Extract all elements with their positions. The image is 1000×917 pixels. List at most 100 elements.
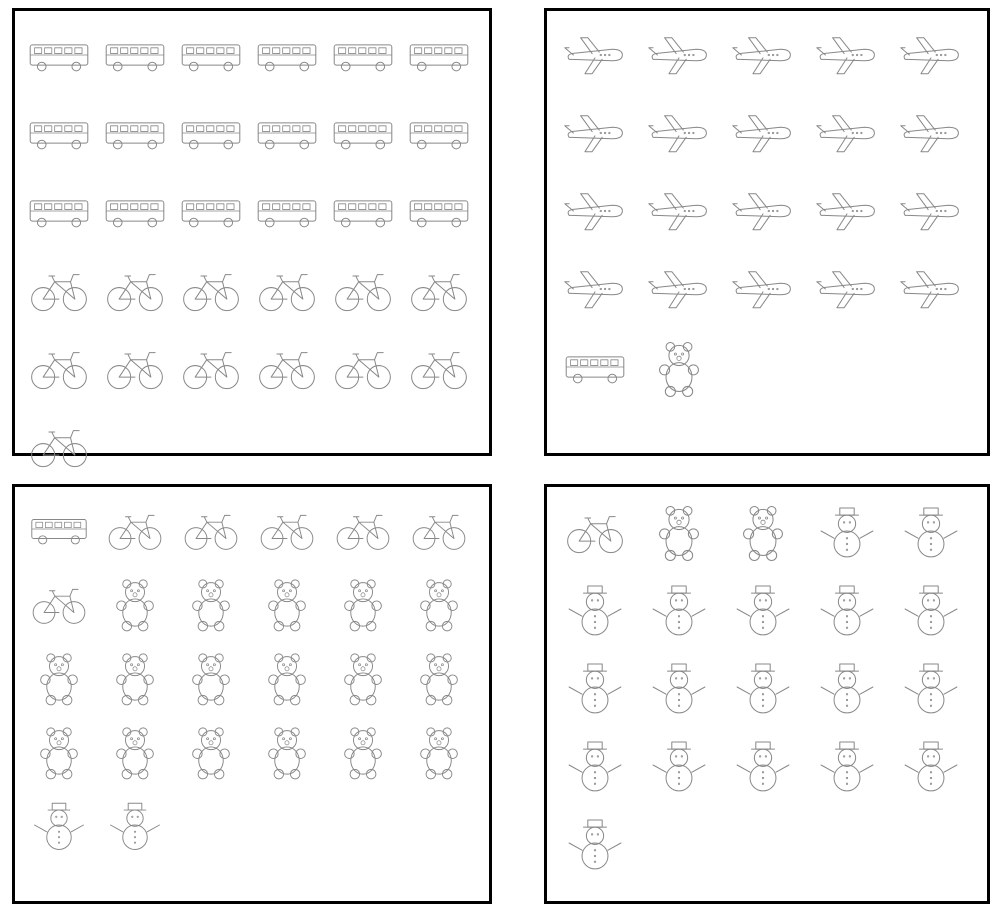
sketch-teddy_bear — [403, 643, 475, 711]
sketch-bus — [403, 175, 475, 247]
sketch-bicycle — [23, 253, 95, 325]
panel-bottom-right — [544, 484, 990, 904]
panel-top-right-grid — [547, 11, 987, 469]
sketch-airplane — [639, 97, 719, 169]
sketch-bus — [175, 19, 247, 91]
sketch-snowman — [723, 651, 803, 723]
sketch-bicycle — [403, 331, 475, 403]
sketch-airplane — [807, 19, 887, 91]
sketch-teddy_bear — [23, 717, 95, 785]
sketch-teddy_bear — [251, 643, 323, 711]
sketch-teddy_bear — [23, 643, 95, 711]
sketch-snowman — [555, 729, 635, 801]
sketch-bicycle — [23, 569, 95, 637]
sketch-airplane — [723, 97, 803, 169]
sketch-snowman — [555, 573, 635, 645]
sketch-snowman — [23, 791, 95, 859]
sketch-airplane — [891, 97, 971, 169]
sketch-teddy_bear — [403, 569, 475, 637]
sketch-bus — [327, 175, 399, 247]
panel-bottom-left-grid — [15, 487, 489, 917]
sketch-airplane — [639, 175, 719, 247]
sketch-bus — [99, 175, 171, 247]
sketch-teddy_bear — [175, 643, 247, 711]
sketch-bus — [23, 19, 95, 91]
sketch-bus — [403, 97, 475, 169]
sketch-snowman — [891, 573, 971, 645]
sketch-teddy_bear — [639, 331, 719, 403]
sketch-airplane — [639, 253, 719, 325]
panel-top-left — [12, 8, 492, 456]
sketch-snowman — [639, 651, 719, 723]
sketch-airplane — [639, 19, 719, 91]
sketch-bicycle — [251, 253, 323, 325]
sketch-snowman — [723, 573, 803, 645]
sketch-bus — [251, 19, 323, 91]
sketch-bus — [23, 97, 95, 169]
panel-bottom-right-grid — [547, 487, 987, 917]
sketch-snowman — [639, 573, 719, 645]
sketch-snowman — [99, 791, 171, 859]
sketch-airplane — [891, 19, 971, 91]
sketch-bus — [251, 97, 323, 169]
sketch-teddy_bear — [327, 717, 399, 785]
sketch-bicycle — [555, 495, 635, 567]
sketch-bicycle — [403, 253, 475, 325]
figure-root — [0, 0, 1000, 914]
sketch-teddy_bear — [639, 495, 719, 567]
sketch-airplane — [891, 253, 971, 325]
sketch-snowman — [807, 495, 887, 567]
sketch-snowman — [555, 651, 635, 723]
sketch-snowman — [807, 651, 887, 723]
sketch-bicycle — [403, 495, 475, 563]
sketch-teddy_bear — [403, 717, 475, 785]
sketch-teddy_bear — [327, 569, 399, 637]
sketch-teddy_bear — [99, 717, 171, 785]
sketch-bus — [403, 19, 475, 91]
sketch-airplane — [555, 19, 635, 91]
sketch-bicycle — [327, 253, 399, 325]
sketch-snowman — [891, 495, 971, 567]
sketch-airplane — [891, 175, 971, 247]
sketch-airplane — [807, 175, 887, 247]
sketch-teddy_bear — [99, 569, 171, 637]
sketch-teddy_bear — [723, 495, 803, 567]
sketch-snowman — [723, 729, 803, 801]
sketch-bus — [23, 495, 95, 563]
sketch-teddy_bear — [175, 569, 247, 637]
sketch-snowman — [807, 729, 887, 801]
sketch-teddy_bear — [327, 643, 399, 711]
sketch-bus — [99, 19, 171, 91]
sketch-bicycle — [175, 253, 247, 325]
sketch-bus — [327, 19, 399, 91]
sketch-airplane — [555, 175, 635, 247]
sketch-bus — [175, 175, 247, 247]
sketch-bicycle — [23, 331, 95, 403]
sketch-bus — [555, 331, 635, 403]
sketch-airplane — [555, 253, 635, 325]
panel-top-left-grid — [15, 11, 489, 469]
sketch-bicycle — [99, 495, 171, 563]
sketch-snowman — [555, 807, 635, 879]
sketch-bicycle — [251, 495, 323, 563]
sketch-bus — [175, 97, 247, 169]
sketch-snowman — [891, 651, 971, 723]
sketch-bicycle — [99, 253, 171, 325]
sketch-airplane — [723, 175, 803, 247]
sketch-bicycle — [23, 409, 95, 481]
sketch-teddy_bear — [251, 569, 323, 637]
sketch-bicycle — [175, 495, 247, 563]
sketch-bicycle — [251, 331, 323, 403]
sketch-teddy_bear — [175, 717, 247, 785]
panel-top-right — [544, 8, 990, 456]
sketch-airplane — [807, 97, 887, 169]
sketch-bicycle — [327, 495, 399, 563]
sketch-airplane — [555, 97, 635, 169]
sketch-bicycle — [175, 331, 247, 403]
sketch-bus — [251, 175, 323, 247]
sketch-airplane — [723, 19, 803, 91]
sketch-airplane — [807, 253, 887, 325]
sketch-bus — [23, 175, 95, 247]
sketch-snowman — [807, 573, 887, 645]
sketch-airplane — [723, 253, 803, 325]
